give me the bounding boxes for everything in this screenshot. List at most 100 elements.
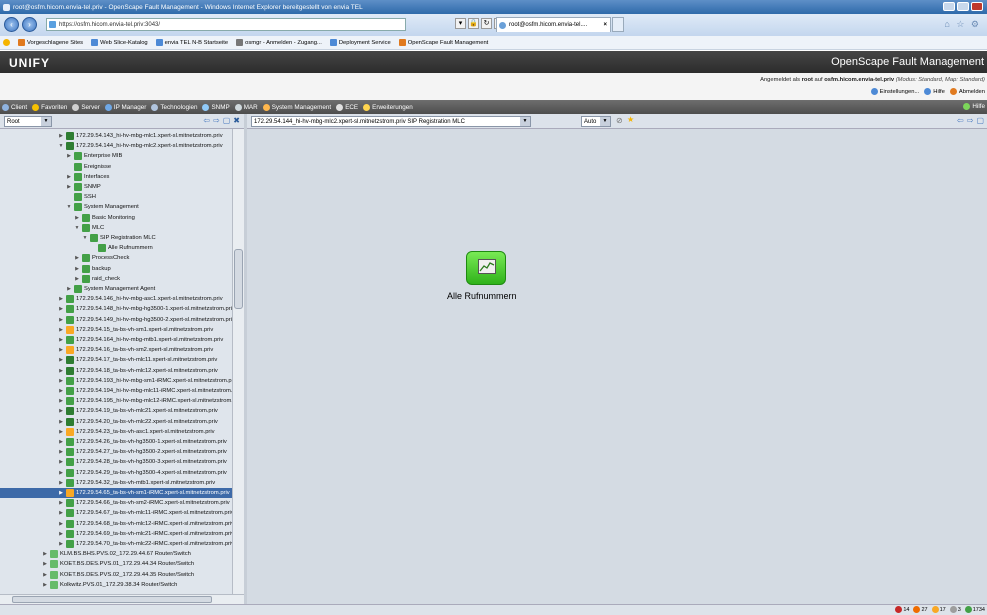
expand-toggle-icon[interactable]: ▶: [58, 347, 64, 353]
tree-node[interactable]: ▶ 172.29.54.32_ta-bs-vh-mtb1.xpert-sl.mit…: [58, 478, 215, 488]
favorite-link[interactable]: Web Slice-Katalog: [91, 39, 148, 46]
menu-client[interactable]: Client: [2, 103, 27, 111]
tree-node[interactable]: ▶ 172.29.54.19_ta-bs-vh-mlc21.xpert-sl.mi…: [58, 406, 218, 416]
expand-toggle-icon[interactable]: ▶: [58, 378, 64, 384]
expand-toggle-icon[interactable]: ▼: [58, 143, 64, 149]
tree-node[interactable]: ▶ 172.29.54.17_ta-bs-vh-mlc11.xpert-sl.mi…: [58, 355, 217, 365]
menu-snmp[interactable]: SNMP: [202, 103, 230, 111]
menu-favoriten[interactable]: Favoriten: [32, 103, 67, 111]
expand-toggle-icon[interactable]: ▶: [66, 286, 72, 292]
status-ok[interactable]: 1734: [964, 606, 985, 613]
expand-toggle-icon[interactable]: ▶: [58, 306, 64, 312]
status-minor[interactable]: 17: [931, 606, 946, 613]
expand-toggle-icon[interactable]: ▶: [58, 317, 64, 323]
favorite-link[interactable]: Deployment Service: [329, 39, 391, 46]
favorite-link[interactable]: envia TEL N-B Startseite: [155, 39, 228, 46]
expand-toggle-icon[interactable]: ▼: [82, 235, 88, 241]
favorite-link[interactable]: OpenScape Fault Management: [398, 39, 488, 46]
tree-node[interactable]: ▶ raid_check: [74, 274, 120, 284]
tree-node[interactable]: ▶ 172.29.54.27_ta-bs-vh-hg3500-2.xpert-sl…: [58, 447, 227, 457]
back-button[interactable]: ‹: [4, 17, 19, 32]
scroll-thumb[interactable]: [12, 596, 212, 603]
settings-link[interactable]: Einstellungen...: [870, 88, 919, 95]
address-bar[interactable]: https://osfm.hicom.envia-tel.priv:3043/: [46, 18, 406, 31]
tree-node[interactable]: ▶ Interfaces: [66, 172, 109, 182]
tree-node[interactable]: ▶ backup: [74, 264, 111, 274]
expand-toggle-icon[interactable]: ▶: [58, 296, 64, 302]
expand-toggle-icon[interactable]: ▶: [58, 459, 64, 465]
tree-node[interactable]: ▶ 172.29.54.15_ta-bs-vh-sm1.xpert-sl.mitn…: [58, 325, 213, 335]
tree-node[interactable]: ▶ Basic Monitoring: [74, 213, 135, 223]
tree-node[interactable]: ▶ 172.29.54.68_ta-bs-vh-mlc12-iRMC.xpert-…: [58, 519, 232, 529]
forward-button[interactable]: ›: [22, 17, 37, 32]
tree-node[interactable]: ▶ 172.29.54.148_hi-hv-mbg-hg3500-1.xpert-…: [58, 304, 232, 314]
expand-toggle-icon[interactable]: ▶: [58, 408, 64, 414]
tree-node[interactable]: ▶ 172.29.54.67_ta-bs-vh-mlc11-iRMC.xpert-…: [58, 508, 232, 518]
tree-node[interactable]: ▶ 172.29.54.23_ta-bs-vh-asc1.xpert-sl.mit…: [58, 427, 215, 437]
tree-node[interactable]: SSH: [66, 192, 96, 202]
expand-toggle-icon[interactable]: ▶: [58, 337, 64, 343]
forward-arrow-icon[interactable]: ⇨: [213, 116, 220, 125]
tree-node[interactable]: ▶ 172.29.54.29_ta-bs-vh-hg3500-4.xpert-sl…: [58, 468, 227, 478]
home-favorites-icons[interactable]: ⌂ ☆ ⚙: [944, 19, 981, 30]
expand-toggle-icon[interactable]: ▶: [42, 582, 48, 588]
tree-node[interactable]: ▶ 172.29.54.146_hi-hv-mbg-asc1.xpert-sl.m…: [58, 294, 223, 304]
expand-toggle-icon[interactable]: ▶: [58, 133, 64, 139]
back-arrow-icon[interactable]: ⇦: [957, 116, 964, 125]
window-icon[interactable]: ▢: [976, 116, 984, 125]
help-link[interactable]: Hilfe: [924, 88, 945, 95]
refresh-icon[interactable]: ↻: [481, 18, 492, 29]
tree-node[interactable]: Alle Rufnummern: [90, 243, 153, 253]
window-icon[interactable]: ▢: [223, 116, 231, 125]
expand-toggle-icon[interactable]: ▶: [66, 174, 72, 180]
status-critical[interactable]: 14: [895, 606, 909, 613]
tree-node[interactable]: ▶ KOET.BS.DES.PVS.02_172.29.44.35 Router/…: [42, 570, 194, 580]
expand-toggle-icon[interactable]: ▼: [74, 225, 80, 231]
map-path-select[interactable]: 172.29.54.144_hi-hv-mbg-mlc2.xpert-sl.mi…: [251, 116, 531, 127]
expand-toggle-icon[interactable]: ▶: [74, 266, 80, 272]
tree-node[interactable]: ▶ 172.29.54.20_ta-bs-vh-mlc22.xpert-sl.mi…: [58, 417, 218, 427]
tree-node[interactable]: ▶ 172.29.54.69_ta-bs-vh-mlc21-iRMC.xpert-…: [58, 529, 232, 539]
expand-toggle-icon[interactable]: ▶: [42, 561, 48, 567]
expand-toggle-icon[interactable]: ▶: [74, 215, 80, 221]
forward-arrow-icon[interactable]: ⇨: [967, 116, 974, 125]
tree-horizontal-scrollbar[interactable]: [0, 594, 244, 604]
close-button[interactable]: [971, 2, 983, 11]
status-warning[interactable]: 3: [949, 606, 961, 613]
menu-ip-manager[interactable]: IP Manager: [104, 103, 146, 111]
expand-toggle-icon[interactable]: ▶: [58, 480, 64, 486]
tree-node[interactable]: ▼ MLC: [74, 223, 104, 233]
tree-node[interactable]: ▶ 172.29.54.26_ta-bs-vh-hg3500-1.xpert-sl…: [58, 437, 227, 447]
search-dropdown-icon[interactable]: ▾: [455, 18, 466, 29]
expand-toggle-icon[interactable]: ▶: [58, 398, 64, 404]
expand-toggle-icon[interactable]: ▼: [66, 204, 72, 210]
tree-node[interactable]: ▶ 172.29.54.16_ta-bs-vh-sm2.xpert-sl.mitn…: [58, 345, 213, 355]
tree-node[interactable]: ▶ 172.29.54.65_ta-bs-vh-sm1-iRMC.xpert-sl…: [0, 488, 232, 498]
tree-node[interactable]: ▶ 172.29.54.66_ta-bs-vh-sm2-iRMC.xpert-sl…: [58, 498, 230, 508]
browser-tab[interactable]: root@osfm.hicom.envia-tel.... ×: [496, 17, 611, 32]
expand-toggle-icon[interactable]: ▶: [58, 327, 64, 333]
layout-mode-select[interactable]: Auto ▼: [581, 116, 611, 127]
tree-node[interactable]: Ereignisse: [66, 162, 111, 172]
menu-ece[interactable]: ECE: [336, 103, 358, 111]
tree-node[interactable]: ▼ System Management: [66, 202, 139, 212]
tree-node[interactable]: ▶ 172.29.54.195_hi-hv-mbg-mlc12-iRMC.xper…: [58, 396, 232, 406]
menu-system-management[interactable]: System Management: [262, 103, 331, 111]
expand-toggle-icon[interactable]: ▶: [58, 510, 64, 516]
menu-erweiterungen[interactable]: Erweiterungen: [363, 103, 413, 111]
new-tab-button[interactable]: [612, 17, 624, 32]
expand-toggle-icon[interactable]: ▶: [58, 541, 64, 547]
tree-node[interactable]: ▼ 172.29.54.144_hi-hv-mbg-mlc2.xpert-sl.m…: [58, 141, 223, 151]
favorite-link[interactable]: osmgr - Anmelden - Zugang...: [236, 39, 322, 46]
tree-node[interactable]: ▶ 172.29.54.149_hi-hv-mbg-hg3500-2.xpert-…: [58, 315, 232, 325]
expand-toggle-icon[interactable]: ▶: [66, 184, 72, 190]
menu-mar[interactable]: MAR: [234, 103, 258, 111]
expand-toggle-icon[interactable]: ▶: [58, 449, 64, 455]
tree-node[interactable]: ▶ 172.29.54.70_ta-bs-vh-mlc22-iRMC.xpert-…: [58, 539, 232, 549]
favorite-star-icon[interactable]: ★: [627, 115, 634, 124]
expand-toggle-icon[interactable]: ▶: [58, 531, 64, 537]
scroll-thumb[interactable]: [234, 249, 243, 309]
expand-toggle-icon[interactable]: ▶: [58, 490, 64, 496]
expand-toggle-icon[interactable]: ▶: [74, 255, 80, 261]
tree-node[interactable]: ▶ 172.29.54.164_hi-hv-mbg-mtb1.xpert-sl.m…: [58, 335, 223, 345]
